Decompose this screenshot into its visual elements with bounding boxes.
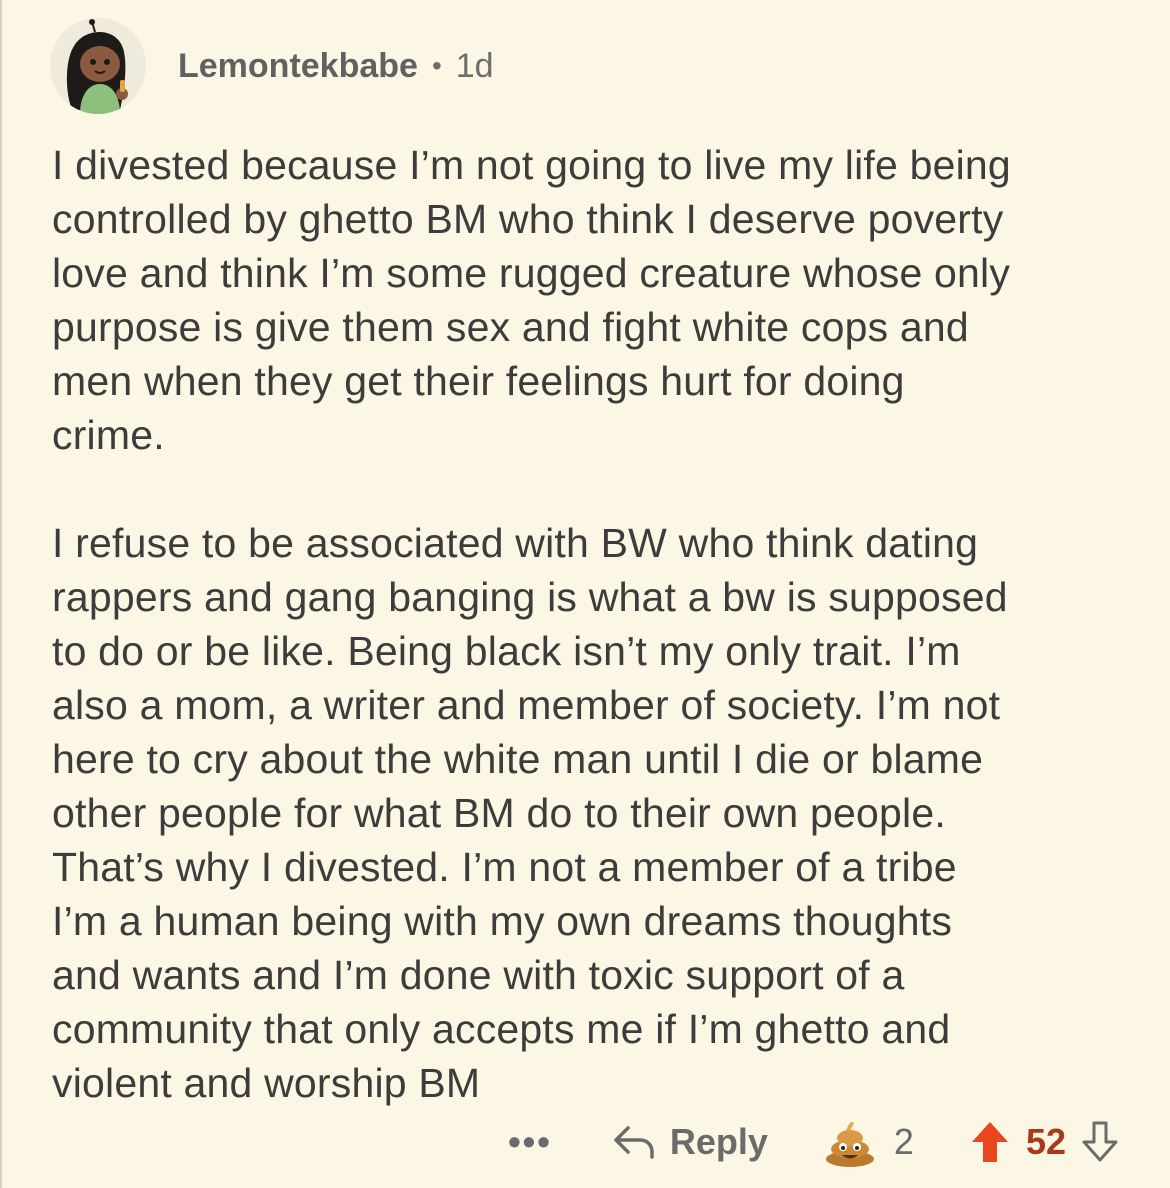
comment-header: Lemontekbabe • 1d bbox=[50, 18, 494, 114]
avatar[interactable] bbox=[50, 18, 146, 114]
comment-paragraph: I divested because I’m not going to live… bbox=[52, 142, 1011, 458]
vote-count: 52 bbox=[1025, 1121, 1066, 1162]
reply-arrow-icon bbox=[614, 1126, 654, 1159]
upvote-arrow-icon[interactable] bbox=[970, 1120, 1010, 1164]
comment-body: I divested because I’m not going to live… bbox=[52, 138, 1147, 1164]
comment: Lemontekbabe • 1d I divested because I’m… bbox=[0, 0, 1170, 1188]
award-badge[interactable]: 2 bbox=[824, 1117, 914, 1167]
author-username[interactable]: Lemontekbabe bbox=[178, 47, 418, 86]
vote-controls: 52 bbox=[970, 1120, 1120, 1164]
author-line: Lemontekbabe • 1d bbox=[178, 47, 494, 86]
more-options-button[interactable]: ••• bbox=[508, 1121, 552, 1163]
reply-label: Reply bbox=[669, 1121, 768, 1162]
comment-action-bar: ••• Reply 2 52 bbox=[508, 1112, 1120, 1172]
poop-emoji-icon bbox=[825, 1122, 874, 1167]
avatar-illustration-icon bbox=[50, 18, 146, 114]
comment-paragraph: I refuse to be associated with BW who th… bbox=[52, 520, 1008, 1106]
downvote-arrow-icon[interactable] bbox=[1080, 1120, 1120, 1164]
reply-button[interactable]: Reply bbox=[612, 1121, 768, 1163]
award-count: 2 bbox=[893, 1121, 914, 1162]
meta-separator: • bbox=[431, 50, 442, 81]
comment-age: 1d bbox=[455, 46, 494, 85]
